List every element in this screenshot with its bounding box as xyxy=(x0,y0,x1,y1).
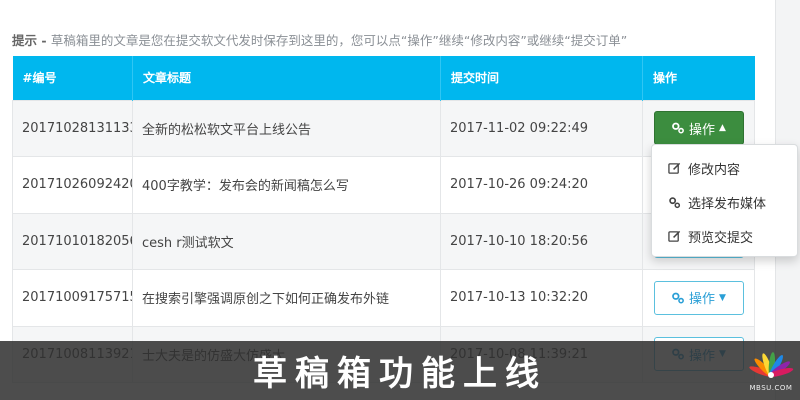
menu-item-select-media[interactable]: 选择发布媒体 xyxy=(652,185,797,219)
row-time: 2017-10-26 09:24:20 xyxy=(440,156,643,214)
menu-item-label: 选择发布媒体 xyxy=(688,196,767,212)
table-row: 20171009175715 在搜索引擎强调原创之下如何正确发布外链 2017-… xyxy=(12,269,755,327)
gears-icon xyxy=(669,196,681,208)
action-button-label: 操作 xyxy=(689,122,716,138)
table-row: 20171026092420 400字教学：发布会的新闻稿怎么写 2017-10… xyxy=(12,156,755,214)
row-time: 2017-11-02 09:22:49 xyxy=(440,99,643,157)
row-time: 2017-10-10 18:20:56 xyxy=(440,212,643,270)
logo-text: MBSU.COM xyxy=(749,384,793,392)
col-header-time: 提交时间 xyxy=(440,56,643,100)
row-time: 2017-10-13 10:32:20 xyxy=(440,269,643,327)
row-title: 400字教学：发布会的新闻稿怎么写 xyxy=(132,156,441,214)
menu-item-label: 修改内容 xyxy=(688,162,741,178)
table-row: 20171028131133 全新的松松软文平台上线公告 2017-11-02 … xyxy=(12,99,755,157)
action-button-label: 操作 xyxy=(689,292,716,308)
action-button[interactable]: 操作 ▲ xyxy=(653,111,744,146)
menu-item-preview-submit[interactable]: 预览交提交 xyxy=(652,219,797,253)
action-button[interactable]: 操作 ▼ xyxy=(653,280,744,315)
row-id: 20171009175715 xyxy=(12,269,133,327)
gears-icon xyxy=(672,292,684,304)
action-dropdown-menu: 修改内容 选择发布媒体 预览交提交 xyxy=(651,144,798,257)
tip-prefix: 提示 - xyxy=(12,33,51,48)
tip-body: 草稿箱里的文章是您在提交软文代发时保存到这里的，您可以点“操作”继续“修改内容”… xyxy=(50,33,628,48)
col-header-title: 文章标题 xyxy=(132,56,441,100)
row-title: 在搜索引擎强调原创之下如何正确发布外链 xyxy=(132,269,441,327)
table-row: 20171010182056 cesh r测试软文 2017-10-10 18:… xyxy=(12,212,755,270)
col-header-id: #编号 xyxy=(12,56,133,100)
drafts-table: #编号 文章标题 提交时间 操作 20171028131133 全新的松松软文平… xyxy=(12,56,755,383)
col-header-action: 操作 xyxy=(642,56,755,100)
menu-item-label: 预览交提交 xyxy=(688,230,754,246)
caption-banner: 草稿箱功能上线 xyxy=(0,341,800,400)
table-header-row: #编号 文章标题 提交时间 操作 xyxy=(12,56,755,100)
banner-title: 草稿箱功能上线 xyxy=(253,354,547,394)
row-id: 20171026092420 xyxy=(12,156,133,214)
edit-icon xyxy=(668,230,681,242)
row-id: 20171010182056 xyxy=(12,212,133,270)
gears-icon xyxy=(672,122,684,134)
edit-icon xyxy=(668,162,681,174)
row-id: 20171028131133 xyxy=(12,99,133,157)
menu-item-edit-content[interactable]: 修改内容 xyxy=(652,151,797,185)
row-title: 全新的松松软文平台上线公告 xyxy=(132,99,441,157)
caret-down-icon: ▼ xyxy=(719,292,726,303)
caret-up-icon: ▲ xyxy=(719,123,726,134)
tip-text: 提示 - 草稿箱里的文章是您在提交软文代发时保存到这里的，您可以点“操作”继续“… xyxy=(12,30,627,49)
row-title: cesh r测试软文 xyxy=(132,212,441,270)
